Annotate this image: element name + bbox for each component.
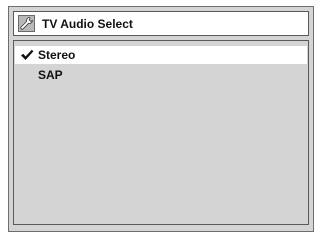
audio-select-screen: TV Audio Select Stereo SAP bbox=[8, 6, 314, 232]
page-title: TV Audio Select bbox=[42, 17, 133, 31]
menu-item-sap[interactable]: SAP bbox=[15, 66, 307, 84]
wrench-icon bbox=[18, 15, 35, 32]
audio-options-list: Stereo SAP bbox=[13, 40, 309, 225]
menu-item-label: SAP bbox=[38, 68, 63, 82]
checkmark-icon bbox=[20, 48, 34, 62]
title-bar: TV Audio Select bbox=[13, 11, 309, 36]
menu-item-label: Stereo bbox=[38, 48, 76, 62]
menu-item-stereo[interactable]: Stereo bbox=[15, 46, 307, 64]
